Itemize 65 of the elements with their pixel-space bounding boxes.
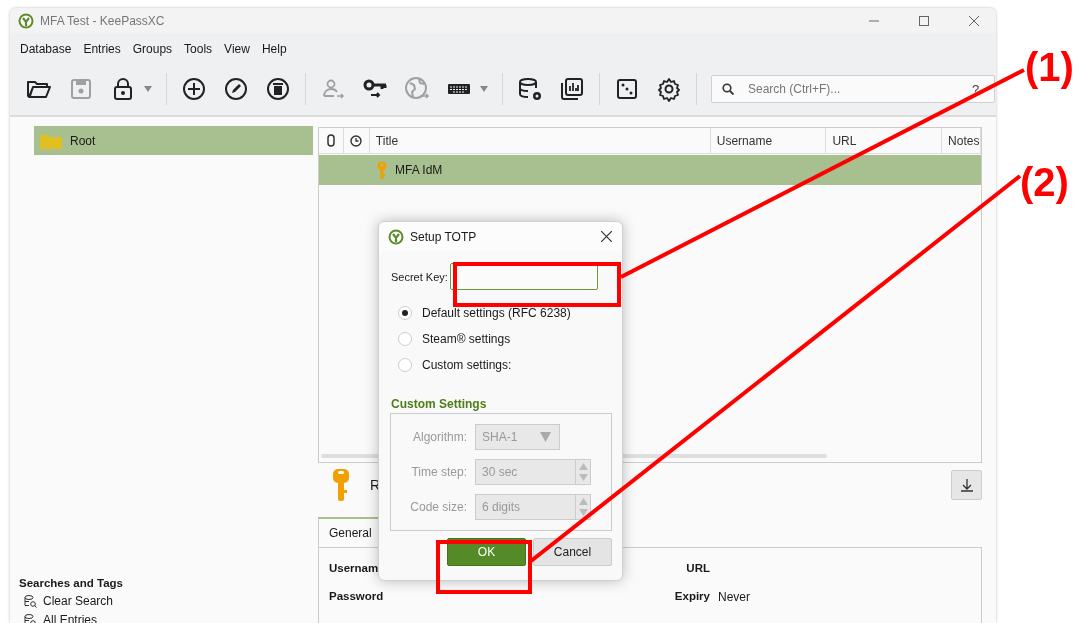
menu-item[interactable]: Tools	[178, 39, 219, 59]
field-label: Password	[329, 590, 385, 604]
search-icon	[722, 83, 734, 95]
column-header[interactable]: Notes	[942, 128, 981, 153]
table-row[interactable]: MFA IdM	[319, 155, 981, 185]
column-header[interactable]: Title	[369, 128, 711, 153]
search-item[interactable]: Clear Search	[43, 594, 114, 608]
database-search-icon	[24, 594, 37, 608]
save-icon	[68, 76, 94, 102]
settings-icon	[656, 76, 682, 102]
column-header[interactable]: Username	[710, 128, 827, 153]
download-icon	[959, 478, 974, 492]
clock-icon	[350, 134, 363, 147]
group-item[interactable]: Root	[34, 126, 313, 155]
menu-item[interactable]: Entries	[77, 39, 127, 59]
database-gear-icon	[517, 76, 543, 102]
pencil-icon	[223, 76, 249, 102]
callout-label: (1)	[1025, 45, 1074, 89]
close-icon	[969, 15, 979, 26]
spin-value: 30 sec	[482, 465, 519, 479]
database-search-icon	[24, 613, 37, 623]
field-label: Usernam	[329, 562, 380, 574]
spin-value: 6 digits	[482, 500, 522, 514]
field-label: Time step:	[410, 465, 467, 479]
field-value: Never	[718, 590, 751, 604]
radio-button[interactable]	[398, 358, 412, 372]
field-label: Algorithm:	[411, 430, 467, 444]
radio-button[interactable]	[398, 306, 412, 320]
entry-title: MFA IdM	[395, 163, 443, 177]
field-label: URL	[685, 562, 710, 574]
column-header[interactable]: URL	[826, 128, 943, 153]
option-label[interactable]: Default settings (RFC 6238)	[422, 306, 571, 320]
app-logo-icon	[18, 12, 34, 29]
dialog-button[interactable]: Cancel	[533, 538, 612, 566]
caret-icon[interactable]	[480, 86, 488, 92]
radio-button[interactable]	[398, 332, 412, 346]
field-label: Code size:	[409, 500, 467, 514]
dialog-title: Setup TOTP	[410, 229, 478, 244]
dropdown-value: SHA-1	[482, 430, 519, 444]
option-label[interactable]: Custom settings:	[422, 358, 512, 372]
report-icon	[559, 76, 585, 102]
menu-item[interactable]: Help	[255, 39, 293, 59]
caret-icon[interactable]	[144, 86, 152, 92]
menu-item[interactable]: View	[218, 39, 256, 59]
menu-item[interactable]: Database	[14, 39, 78, 59]
caret-icon	[540, 432, 551, 442]
close-icon[interactable]	[600, 231, 612, 242]
key-icon	[377, 161, 387, 179]
maximize-icon	[919, 15, 929, 26]
add-circle-icon	[181, 76, 207, 102]
window-title: MFA Test - KeePassXC	[40, 13, 166, 28]
trash-icon	[265, 76, 291, 102]
option-label[interactable]: Steam® settings	[422, 332, 511, 346]
menu-item[interactable]: Groups	[126, 39, 179, 59]
field-label: Secret Key:	[391, 270, 448, 283]
download-button[interactable]	[951, 470, 982, 500]
group-title: Custom Settings	[391, 397, 488, 411]
dice-icon	[614, 76, 640, 102]
app-logo-icon	[388, 228, 404, 245]
folder-icon	[40, 132, 62, 149]
section-heading: Searches and Tags	[19, 577, 124, 589]
field-label: Expiry	[673, 590, 710, 604]
callout-label: (2)	[1020, 160, 1069, 204]
group-name: Root	[70, 133, 96, 148]
key-icon	[332, 468, 350, 502]
